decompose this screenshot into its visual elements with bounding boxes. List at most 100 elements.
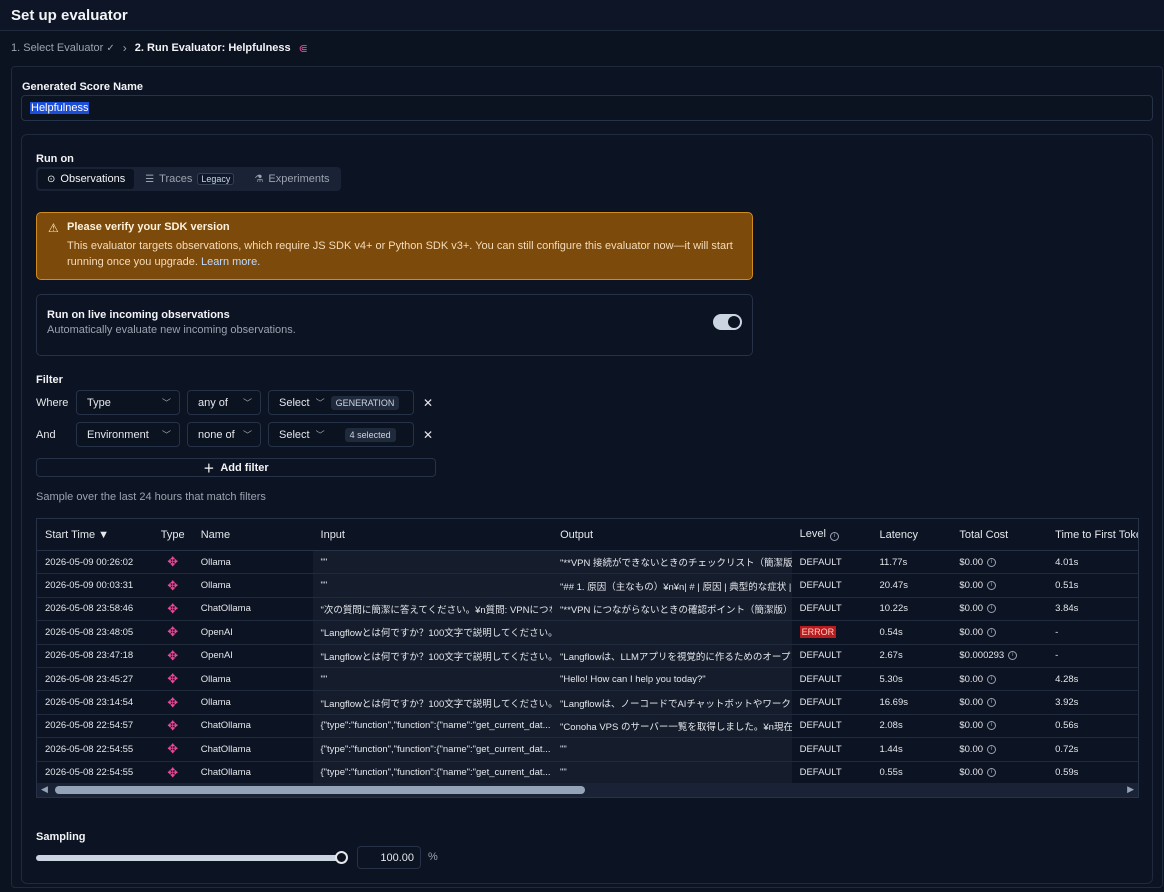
info-icon: i bbox=[987, 768, 997, 778]
cell-ttft: 0.72s bbox=[1055, 743, 1079, 755]
cell-output: "**VPN 接続ができないときのチェックリスト（簡潔版）**¥n¥n bbox=[552, 551, 792, 574]
sampling-input[interactable]: 100.00 bbox=[357, 846, 421, 869]
table-row[interactable]: 2026-05-08 22:54:57 ✥ ChatOllama {"type":"f… bbox=[37, 714, 1138, 739]
cell-total-cost: $0.00 i bbox=[951, 574, 1047, 596]
scroll-thumb[interactable] bbox=[55, 786, 585, 794]
filter-value-chip: 4 selected bbox=[344, 427, 396, 442]
add-filter-button[interactable]: ＋ Add filter bbox=[36, 458, 436, 477]
cell-start-time: 2026-05-08 22:54:55 bbox=[45, 767, 134, 779]
cell-name: ChatOllama bbox=[200, 720, 251, 732]
warning-title: Please verify your SDK version bbox=[67, 221, 230, 233]
chevron-down-icon: ﹀ bbox=[161, 430, 171, 440]
col-start-time[interactable]: Start Time ▼ bbox=[37, 529, 153, 541]
cell-output: "Conoha VPS のサーバー一覧を取得しました。¥n現在、以下... bbox=[552, 714, 792, 738]
info-icon: i bbox=[1008, 651, 1018, 661]
cell-total-cost: $0.00 i bbox=[951, 762, 1047, 784]
table-row[interactable]: 2026-05-08 22:54:55 ✥ ChatOllama {"type":"f… bbox=[37, 738, 1138, 762]
cell-level: DEFAULT bbox=[799, 673, 842, 685]
table-row[interactable]: 2026-05-08 22:54:55 ✥ ChatOllama {"type":"f… bbox=[37, 761, 1138, 785]
warning-body: This evaluator targets observations, whi… bbox=[67, 240, 733, 268]
breadcrumb-step1[interactable]: 1. Select Evaluator ✓ bbox=[11, 42, 115, 54]
cell-input: "" bbox=[312, 551, 553, 574]
filter-value-select[interactable]: Select ﹀ GENERATION bbox=[268, 390, 414, 415]
info-icon: i bbox=[987, 698, 997, 708]
breadcrumb-step2: 2. Run Evaluator: Helpfulness bbox=[134, 42, 291, 54]
table-body: 2026-05-09 00:26:02 ✥ Ollama "" "**VPN 接続ができ… bbox=[37, 551, 1138, 785]
cell-total-cost: $0.00 i bbox=[951, 668, 1047, 690]
live-description: Automatically evaluate new incoming obse… bbox=[47, 324, 296, 336]
table-row[interactable]: 2026-05-08 23:58:46 ✥ ChatOllama "次の質問に簡潔に答… bbox=[37, 597, 1138, 622]
scroll-left-icon[interactable]: ◀ bbox=[41, 784, 48, 795]
cell-ttft: 4.28s bbox=[1055, 673, 1079, 685]
cell-name: Ollama bbox=[200, 556, 231, 568]
table-row[interactable]: 2026-05-08 23:48:05 ✥ OpenAI "Langflowとは何です… bbox=[37, 621, 1138, 645]
cell-latency: 20.47s bbox=[879, 580, 908, 592]
cell-input: "Langflowとは何ですか？100文字で説明してください。" bbox=[312, 621, 553, 644]
sdk-warning: ⚠ Please verify your SDK version This ev… bbox=[36, 212, 753, 280]
tab-experiments[interactable]: ⚗ Experiments bbox=[245, 169, 338, 189]
live-toggle[interactable] bbox=[713, 314, 742, 330]
col-output: Output bbox=[560, 528, 594, 541]
table-row[interactable]: 2026-05-09 00:03:31 ✥ Ollama "" "## 1. 原因（主な… bbox=[37, 574, 1138, 598]
tab-observations[interactable]: ⊙ Observations bbox=[38, 169, 135, 189]
cell-output: "Langflowは、ノーコードでAIチャットボットやワークフローを構築... bbox=[552, 691, 792, 714]
remove-filter-icon[interactable]: ✕ bbox=[423, 396, 433, 410]
table-row[interactable]: 2026-05-08 23:47:18 ✥ OpenAI "Langflowとは何です… bbox=[37, 644, 1138, 668]
check-icon: ✓ bbox=[106, 43, 115, 54]
scroll-right-icon[interactable]: ▶ bbox=[1127, 784, 1134, 795]
observations-table: Start Time ▼ Type Name Input Output Leve… bbox=[36, 518, 1139, 798]
sampling-slider[interactable] bbox=[36, 851, 348, 864]
cell-output: "Langflowは、LLMアプリを視覚的に作るためのオープンソース... bbox=[552, 644, 792, 667]
cell-output: "## 1. 原因（主なもの）¥n¥n| # | 原因 | 典型的な症状 | .… bbox=[552, 574, 792, 597]
cell-latency: 0.55s bbox=[879, 767, 903, 779]
filter-operator-select[interactable]: any of ﹀ bbox=[187, 390, 261, 415]
cell-ttft: - bbox=[1055, 650, 1059, 662]
generation-icon: ✥ bbox=[167, 577, 179, 593]
observations-icon: ⊙ bbox=[47, 173, 56, 185]
cell-name: OpenAI bbox=[200, 650, 233, 662]
cell-level: DEFAULT bbox=[799, 650, 842, 662]
horizontal-scrollbar[interactable]: ◀ ▶ bbox=[37, 783, 1138, 797]
cell-start-time: 2026-05-08 23:45:27 bbox=[45, 673, 134, 685]
generation-icon: ✥ bbox=[167, 647, 179, 663]
filter-operator-select[interactable]: none of ﹀ bbox=[187, 422, 261, 447]
filter-value-chip: GENERATION bbox=[330, 395, 400, 410]
table-row[interactable]: 2026-05-08 23:14:54 ✥ Ollama "Langflowとは何です… bbox=[37, 691, 1138, 715]
cell-latency: 10.22s bbox=[879, 603, 908, 615]
filter-value-select[interactable]: Select ﹀ 4 selected bbox=[268, 422, 414, 447]
cell-latency: 16.69s bbox=[879, 697, 908, 709]
learn-more-link[interactable]: Learn more. bbox=[201, 256, 260, 268]
filter-column-select[interactable]: Type ﹀ bbox=[76, 390, 180, 415]
cell-input: {"type":"function","function":{"name":"g… bbox=[312, 738, 553, 761]
cell-start-time: 2026-05-08 23:47:18 bbox=[45, 650, 134, 662]
tab-traces[interactable]: ☰ Traces Legacy bbox=[136, 169, 243, 189]
table-row[interactable]: 2026-05-08 23:45:27 ✥ Ollama "" "Hello! How … bbox=[37, 667, 1138, 692]
list-tree-icon: ☰ bbox=[145, 173, 155, 185]
cell-level: DEFAULT bbox=[799, 556, 842, 568]
filter-row-1: Where Type ﹀ any of ﹀ Select ﹀ GENERATION ✕ bbox=[36, 390, 433, 415]
generation-icon: ✥ bbox=[167, 694, 179, 710]
col-latency: Latency bbox=[879, 528, 918, 541]
info-icon: i bbox=[987, 604, 997, 614]
cell-ttft: 0.56s bbox=[1055, 720, 1079, 732]
cell-ttft: - bbox=[1055, 626, 1059, 638]
cell-input: "" bbox=[312, 574, 553, 597]
cell-total-cost: $0.00 i bbox=[951, 551, 1047, 573]
slider-knob[interactable] bbox=[335, 851, 348, 864]
cell-ttft: 4.01s bbox=[1055, 556, 1079, 568]
table-row[interactable]: 2026-05-09 00:26:02 ✥ Ollama "" "**VPN 接続ができ… bbox=[37, 551, 1138, 575]
error-badge: ERROR bbox=[799, 626, 837, 639]
cell-latency: 11.77s bbox=[879, 556, 908, 568]
filter-column-select[interactable]: Environment ﹀ bbox=[76, 422, 180, 447]
flask-icon: ⚗ bbox=[254, 173, 264, 185]
cell-output: "Hello! How can I help you today?" bbox=[552, 667, 792, 691]
cell-start-time: 2026-05-08 23:48:05 bbox=[45, 626, 134, 638]
cell-total-cost: $0.00 i bbox=[951, 738, 1047, 760]
col-type: Type bbox=[160, 528, 185, 541]
cell-name: Ollama bbox=[200, 673, 231, 685]
cell-level: DEFAULT bbox=[799, 767, 842, 779]
cell-total-cost: $0.00 i bbox=[951, 621, 1047, 643]
remove-filter-icon[interactable]: ✕ bbox=[423, 428, 433, 442]
chevron-down-icon: ﹀ bbox=[315, 430, 325, 440]
score-name-input[interactable]: Helpfulness bbox=[21, 95, 1153, 121]
